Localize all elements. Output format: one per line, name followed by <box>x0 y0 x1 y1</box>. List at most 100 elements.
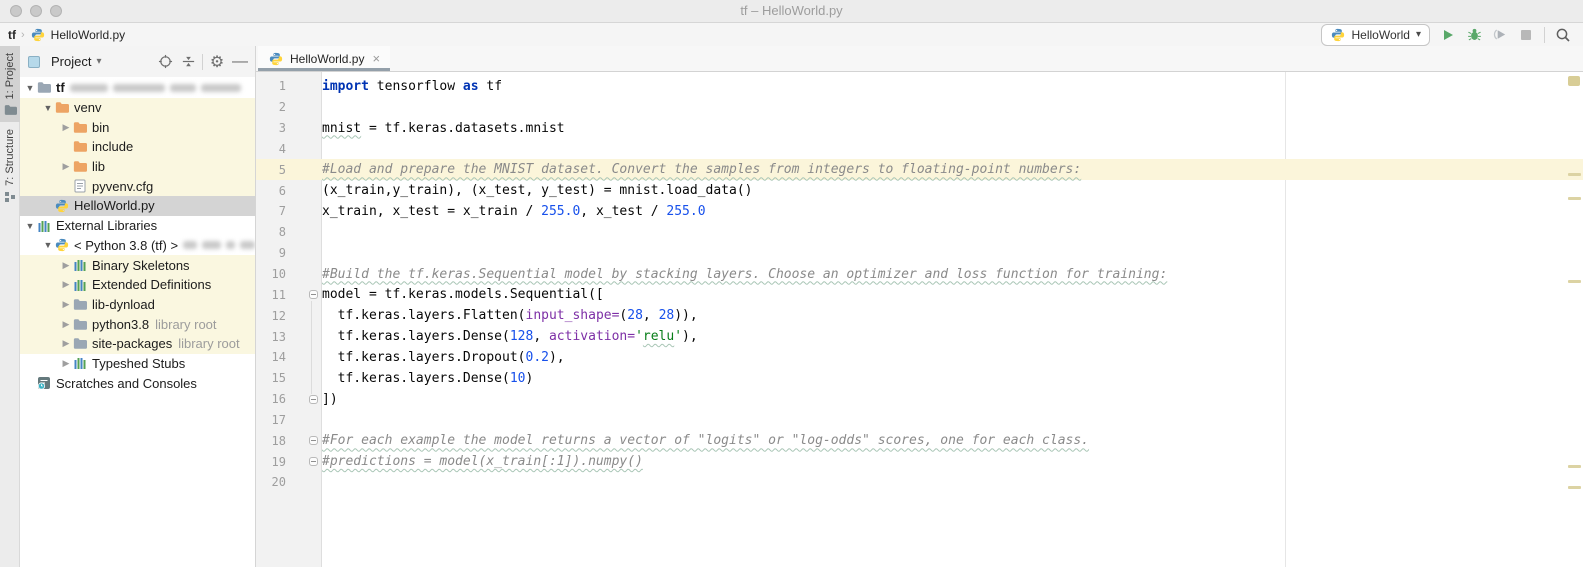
run-button[interactable] <box>1440 27 1456 43</box>
tree-item-typeshed-stubs[interactable]: ▶ Typeshed Stubs <box>20 354 255 374</box>
tree-item-pyvenv-cfg[interactable]: pyvenv.cfg <box>20 176 255 197</box>
code-line-17[interactable]: 17 <box>256 410 1583 431</box>
line-number[interactable]: 6 <box>262 184 286 198</box>
line-number[interactable]: 19 <box>262 455 286 469</box>
code-line-19[interactable]: 19 #predictions = model(x_train[:1]).nump… <box>256 451 1583 472</box>
code-line-3[interactable]: 3 mnist = tf.keras.datasets.mnist <box>256 118 1583 139</box>
code-line-1[interactable]: 1 import tensorflow as tf <box>256 76 1583 97</box>
line-number[interactable]: 8 <box>262 225 286 239</box>
line-number[interactable]: 18 <box>262 434 286 448</box>
tool-window-button----structure[interactable]: 7: Structure <box>0 122 20 209</box>
collapse-arrow-icon[interactable]: ▼ <box>42 103 54 113</box>
inspection-status-indicator[interactable] <box>1568 76 1580 86</box>
code-line-18[interactable]: 18 #For each example the model returns a … <box>256 430 1583 451</box>
tree-item-python3-8[interactable]: ▶ python3.8 library root <box>20 314 255 334</box>
tree-item-label: HelloWorld.py <box>74 198 155 214</box>
expand-arrow-icon[interactable]: ▶ <box>60 338 72 349</box>
tree-item-lib[interactable]: ▶ lib <box>20 156 255 177</box>
expand-arrow-icon[interactable]: ▶ <box>60 319 72 330</box>
code-line-13[interactable]: 13 tf.keras.layers.Dense(128, activation… <box>256 326 1583 347</box>
fold-marker-icon[interactable] <box>309 290 318 300</box>
code-line-11[interactable]: 11 model = tf.keras.models.Sequential([ <box>256 284 1583 305</box>
close-tab-icon[interactable]: × <box>372 51 380 66</box>
line-number[interactable]: 13 <box>262 330 286 344</box>
error-stripe-scrollbar[interactable] <box>1566 72 1583 567</box>
project-view-select[interactable]: Project <box>51 54 91 69</box>
tree-item-python-3-8-tf[interactable]: ▼ < Python 3.8 (tf) > <box>20 236 255 256</box>
tree-item-venv[interactable]: ▼ venv <box>20 97 255 118</box>
expand-arrow-icon[interactable]: ▶ <box>60 279 72 290</box>
warning-stripe-mark[interactable] <box>1568 465 1581 468</box>
code-line-5[interactable]: 5 #Load and prepare the MNIST dataset. Co… <box>256 159 1583 181</box>
expand-arrow-icon[interactable]: ▶ <box>60 122 72 133</box>
warning-stripe-mark[interactable] <box>1568 197 1581 200</box>
line-number[interactable]: 9 <box>262 246 286 260</box>
line-number[interactable]: 3 <box>262 121 286 135</box>
line-number[interactable]: 12 <box>262 309 286 323</box>
tree-item-binary-skeletons[interactable]: ▶ Binary Skeletons <box>20 255 255 275</box>
tree-item-tf[interactable]: ▼ tf <box>20 78 255 98</box>
fold-marker-icon[interactable] <box>309 436 318 446</box>
warning-stripe-mark[interactable] <box>1568 173 1581 176</box>
collapse-arrow-icon[interactable]: ▼ <box>42 240 54 250</box>
run-configuration-select[interactable]: HelloWorld ▾ <box>1320 23 1430 46</box>
code-line-14[interactable]: 14 tf.keras.layers.Dropout(0.2), <box>256 347 1583 368</box>
code-line-8[interactable]: 8 <box>256 222 1583 243</box>
line-number[interactable]: 2 <box>262 100 286 114</box>
fold-region-line <box>311 300 312 394</box>
settings-gear-icon[interactable]: ⚙ <box>208 53 226 71</box>
collapse-arrow-icon[interactable]: ▼ <box>24 221 36 231</box>
breadcrumb-root[interactable]: tf <box>8 28 16 42</box>
code-line-15[interactable]: 15 tf.keras.layers.Dense(10) <box>256 368 1583 389</box>
line-number[interactable]: 17 <box>262 413 286 427</box>
tree-item-extended-definitions[interactable]: ▶ Extended Definitions <box>20 274 255 295</box>
line-number[interactable]: 4 <box>262 142 286 156</box>
tree-item-external-libraries[interactable]: ▼ External Libraries <box>20 216 255 236</box>
code-line-7[interactable]: 7 x_train, x_test = x_train / 255.0, x_te… <box>256 201 1583 222</box>
code-line-10[interactable]: 10 #Build the tf.keras.Sequential model b… <box>256 264 1583 285</box>
warning-stripe-mark[interactable] <box>1568 486 1581 489</box>
breadcrumb-file[interactable]: HelloWorld.py <box>51 28 125 42</box>
code-line-9[interactable]: 9 <box>256 243 1583 264</box>
collapse-all-button[interactable] <box>179 53 197 71</box>
tree-item-bin[interactable]: ▶ bin <box>20 117 255 138</box>
tree-item-helloworld-py[interactable]: HelloWorld.py <box>20 196 255 216</box>
line-number[interactable]: 5 <box>262 163 286 177</box>
expand-arrow-icon[interactable]: ▶ <box>60 260 72 271</box>
code-line-4[interactable]: 4 <box>256 139 1583 160</box>
fold-marker-icon[interactable] <box>309 394 318 404</box>
tab-helloworld-py[interactable]: HelloWorld.py × <box>258 46 391 71</box>
locate-file-button[interactable] <box>156 53 174 71</box>
collapse-arrow-icon[interactable]: ▼ <box>24 83 36 93</box>
code-line-6[interactable]: 6 (x_train,y_train), (x_test, y_test) = m… <box>256 180 1583 201</box>
code-line-2[interactable]: 2 <box>256 97 1583 118</box>
line-number[interactable]: 10 <box>262 267 286 281</box>
line-number[interactable]: 15 <box>262 371 286 385</box>
code-line-12[interactable]: 12 tf.keras.layers.Flatten(input_shape=(… <box>256 305 1583 326</box>
fold-marker-icon[interactable] <box>309 457 318 467</box>
line-number[interactable]: 16 <box>262 392 286 406</box>
line-number[interactable]: 7 <box>262 204 286 218</box>
expand-arrow-icon[interactable]: ▶ <box>60 358 72 369</box>
line-number[interactable]: 11 <box>262 288 286 302</box>
line-number[interactable]: 20 <box>262 475 286 489</box>
stop-button[interactable] <box>1518 27 1534 43</box>
expand-arrow-icon[interactable]: ▶ <box>60 161 72 172</box>
debug-button[interactable] <box>1466 27 1482 43</box>
tree-item-include[interactable]: include <box>20 137 255 157</box>
tree-item-lib-dynload[interactable]: ▶ lib-dynload <box>20 294 255 315</box>
tab-label: HelloWorld.py <box>290 51 365 66</box>
code-editor[interactable]: 1 import tensorflow as tf 2 3 mnist = tf.ker… <box>256 72 1583 567</box>
code-line-20[interactable]: 20 <box>256 472 1583 493</box>
hide-panel-button[interactable]: — <box>231 53 249 71</box>
expand-arrow-icon[interactable]: ▶ <box>60 299 72 310</box>
run-with-coverage-button[interactable] <box>1492 27 1508 43</box>
tool-window-button----project[interactable]: 1: Project <box>0 46 20 123</box>
tree-item-site-packages[interactable]: ▶ site-packages library root <box>20 333 255 354</box>
code-line-16[interactable]: 16]) <box>256 389 1583 410</box>
line-number[interactable]: 14 <box>262 350 286 364</box>
warning-stripe-mark[interactable] <box>1568 280 1581 283</box>
search-everywhere-button[interactable] <box>1555 27 1571 43</box>
tree-item-scratches-and-consoles[interactable]: Scratches and Consoles <box>20 373 255 393</box>
line-number[interactable]: 1 <box>262 79 286 93</box>
